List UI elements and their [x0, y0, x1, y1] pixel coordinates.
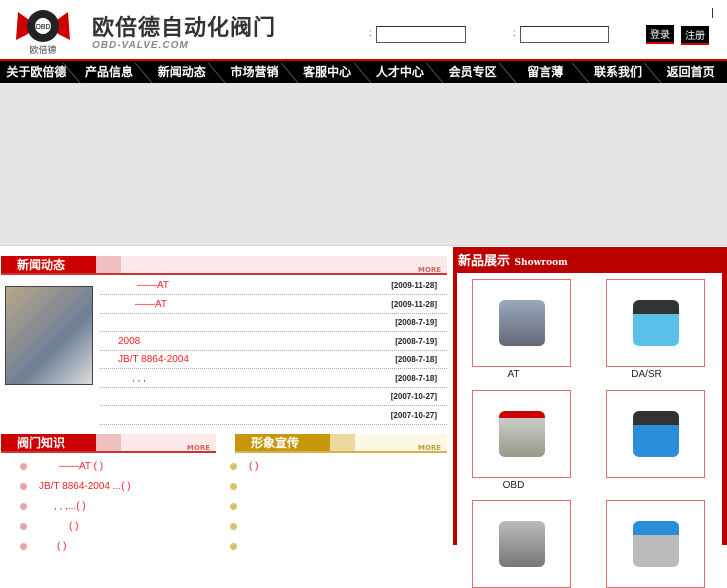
company-logo[interactable]: OBD 欧倍德 — [14, 4, 72, 56]
nav-marketing[interactable]: 市场营销 — [218, 61, 291, 83]
bullet-icon — [20, 482, 27, 490]
svg-text:OBD: OBD — [35, 24, 50, 31]
product-image[interactable] — [606, 390, 705, 478]
news-item[interactable]: , , , [2008-7-18] — [100, 369, 447, 388]
list-item[interactable] — [230, 477, 440, 497]
text-cursor — [712, 8, 713, 18]
news-item[interactable]: JB/T 8864-2004 [2008-7-18] — [100, 350, 447, 369]
domain-text: OBD-VALVE.COM — [92, 40, 189, 51]
news-header: 新闻动态 MORE — [1, 256, 447, 275]
list-item[interactable]: ( ) — [20, 517, 210, 537]
main-nav: 关于欧倍德 产品信息 新闻动态 市场营销 客服中心 人才中心 会员专区 留言薄 … — [0, 59, 727, 83]
product-image[interactable] — [472, 500, 571, 588]
svg-text:欧倍德: 欧倍德 — [29, 44, 56, 55]
banner — [0, 83, 727, 246]
product-image[interactable] — [606, 279, 705, 367]
news-item[interactable]: ——AT [2009-11-28] — [100, 276, 447, 295]
showroom-header: 新品展示 Showroom — [458, 250, 568, 269]
knowledge-more-link[interactable]: MORE — [187, 439, 210, 457]
image-promo-list: ( ) — [230, 457, 440, 557]
nav-careers[interactable]: 人才中心 — [364, 61, 437, 83]
news-item[interactable]: [2007-10-27] — [100, 406, 447, 425]
list-item[interactable]: ——AT ( ) — [20, 457, 210, 477]
nav-about[interactable]: 关于欧倍德 — [0, 61, 73, 83]
product-label[interactable]: OBD — [464, 480, 563, 491]
nav-contact[interactable]: 联系我们 — [582, 61, 655, 83]
bullet-icon — [20, 462, 27, 470]
bullet-icon — [230, 482, 237, 490]
login-button[interactable]: 登录 — [646, 25, 674, 44]
image-more-link[interactable]: MORE — [418, 439, 441, 457]
knowledge-list: ——AT ( ) JB/T 8864-2004 ...( ) , , ,...(… — [20, 457, 210, 557]
product-image[interactable] — [472, 279, 571, 367]
list-item[interactable]: , , ,...( ) — [20, 497, 210, 517]
list-item[interactable]: ( ) — [230, 457, 440, 477]
nav-members[interactable]: 会员专区 — [436, 61, 509, 83]
list-item[interactable] — [230, 537, 440, 557]
product-image[interactable] — [472, 390, 571, 478]
register-button[interactable]: 注册 — [681, 26, 709, 45]
list-item[interactable] — [230, 497, 440, 517]
news-item[interactable]: 2008 [2008-7-19] — [100, 332, 447, 351]
username-label: : — [369, 28, 372, 39]
showroom-title: 新品展示 — [458, 254, 511, 269]
bullet-icon — [20, 502, 27, 510]
product-label[interactable]: DA/SR — [597, 369, 696, 380]
image-promo-header: 形象宣传 MORE — [235, 434, 447, 453]
nav-service[interactable]: 客服中心 — [291, 61, 364, 83]
nav-home[interactable]: 返回首页 — [654, 61, 727, 83]
bullet-icon — [230, 502, 237, 510]
knowledge-title: 阀门知识 — [17, 436, 66, 450]
news-title: 新闻动态 — [17, 258, 66, 272]
knowledge-header: 阀门知识 MORE — [1, 434, 216, 453]
password-input[interactable] — [520, 26, 609, 43]
image-promo-title: 形象宣传 — [251, 436, 300, 450]
list-item[interactable]: ( ) — [20, 537, 210, 557]
news-item[interactable]: [2007-10-27] — [100, 387, 447, 406]
news-photo — [5, 286, 93, 385]
nav-news[interactable]: 新闻动态 — [145, 61, 218, 83]
showroom-subtitle: Showroom — [514, 258, 568, 268]
list-item[interactable] — [230, 517, 440, 537]
bullet-icon — [230, 522, 237, 530]
nav-guestbook[interactable]: 留言薄 — [509, 61, 582, 83]
bullet-icon — [230, 462, 237, 470]
password-label: : — [513, 28, 516, 39]
brand-name: 欧倍德自动化阀门 — [92, 16, 277, 41]
bullet-icon — [20, 542, 27, 550]
list-item[interactable]: JB/T 8864-2004 ...( ) — [20, 477, 210, 497]
product-label[interactable]: AT — [464, 369, 563, 380]
username-input[interactable] — [376, 26, 466, 43]
bullet-icon — [230, 542, 237, 550]
nav-products[interactable]: 产品信息 — [73, 61, 146, 83]
product-image[interactable] — [606, 500, 705, 588]
bullet-icon — [20, 522, 27, 530]
news-item[interactable]: [2008-7-19] — [100, 313, 447, 332]
news-item[interactable]: ——AT [2009-11-28] — [100, 295, 447, 314]
